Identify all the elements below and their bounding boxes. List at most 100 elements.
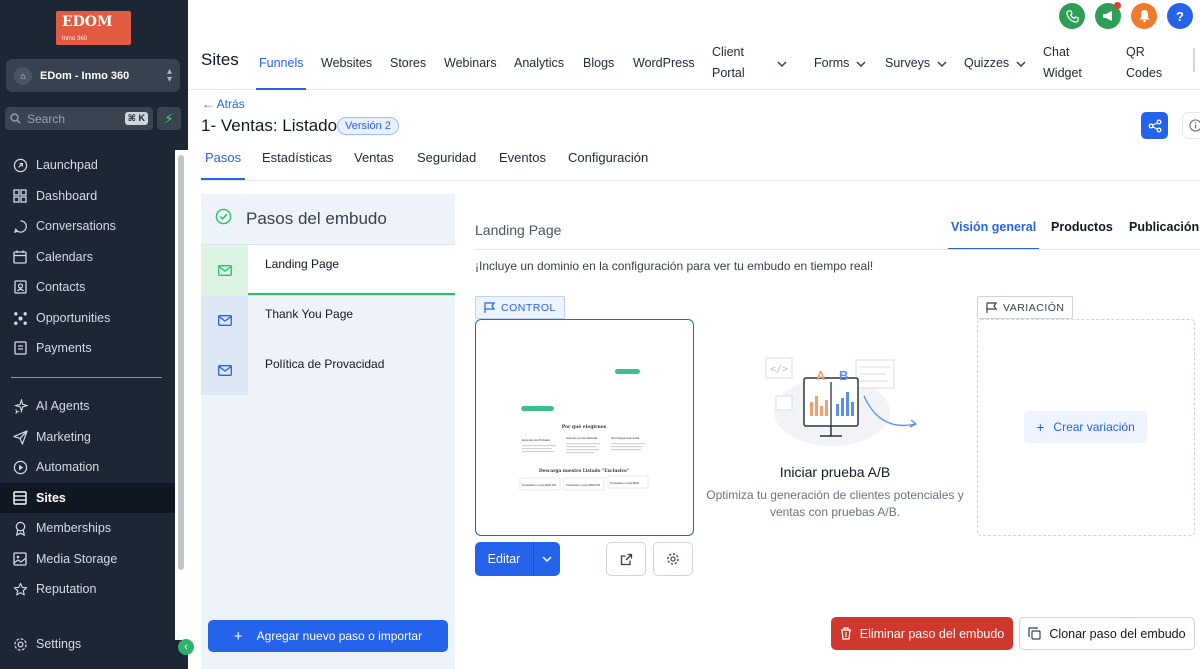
page-preview-thumbnail[interactable]: Por qué elegirnos Experiencia Probada At… bbox=[475, 319, 694, 536]
steps-header: Pasos del embudo bbox=[201, 194, 455, 245]
info-button[interactable] bbox=[1182, 112, 1200, 139]
sidebar-item-opportunities[interactable]: Opportunities bbox=[0, 303, 176, 333]
nav-wordpress[interactable]: WordPress bbox=[633, 41, 695, 85]
sidebar-item-label: Dashboard bbox=[36, 189, 98, 203]
sidebar-item-label: Calendars bbox=[36, 250, 93, 264]
phone-button[interactable] bbox=[1059, 3, 1085, 29]
chat-icon bbox=[11, 219, 29, 234]
nav-analytics[interactable]: Analytics bbox=[514, 41, 564, 85]
funnel-steps-panel: Pasos del embudo Landing Page Thank You … bbox=[201, 194, 455, 669]
sidebar-item-contacts[interactable]: Contacts bbox=[0, 272, 176, 302]
svg-text:</>: </> bbox=[770, 364, 788, 375]
nav-divider bbox=[1193, 48, 1195, 72]
send-icon bbox=[11, 429, 29, 445]
create-variation-button[interactable]: + Crear variación bbox=[1024, 411, 1147, 443]
step-thank-you-page[interactable]: Thank You Page bbox=[201, 295, 455, 345]
variation-tag: VARIACIÓN bbox=[977, 296, 1074, 319]
nav-client-portal[interactable]: Client Portal bbox=[712, 41, 787, 85]
sidebar-item-ai-agents[interactable]: AI Agents bbox=[0, 391, 176, 421]
company-logo[interactable]: EDOM Inmo 360 bbox=[56, 11, 131, 45]
plus-icon: + bbox=[233, 627, 243, 645]
sidebar-item-payments[interactable]: Payments bbox=[0, 333, 176, 363]
nav-blogs[interactable]: Blogs bbox=[583, 41, 614, 85]
preview-col-3: Tecnología avanzada bbox=[611, 436, 640, 440]
sidebar-item-automation[interactable]: Automation bbox=[0, 452, 176, 482]
tab-estadisticas[interactable]: Estadísticas bbox=[262, 150, 332, 180]
open-preview-button[interactable] bbox=[606, 542, 646, 576]
sidebar-item-conversations[interactable]: Conversations bbox=[0, 211, 176, 241]
edit-button[interactable]: Editar bbox=[475, 542, 560, 576]
gear-icon bbox=[667, 553, 679, 565]
nav-qr-codes[interactable]: QR Codes bbox=[1126, 41, 1162, 85]
clone-step-button[interactable]: Clonar paso del embudo bbox=[1019, 617, 1195, 650]
nav-label-line2: Portal bbox=[712, 66, 745, 80]
nav-funnels[interactable]: Funnels bbox=[255, 41, 308, 90]
sidebar-item-launchpad[interactable]: Launchpad bbox=[0, 150, 176, 180]
payments-icon bbox=[11, 341, 29, 355]
announcements-button[interactable] bbox=[1095, 2, 1121, 29]
nav-forms[interactable]: Forms bbox=[814, 41, 866, 85]
tab-publicacion[interactable]: Publicación bbox=[1129, 220, 1199, 234]
nav-stores[interactable]: Stores bbox=[390, 41, 426, 85]
sidebar-item-marketing[interactable]: Marketing bbox=[0, 422, 176, 452]
ab-test-description: Optimiza tu generación de clientes poten… bbox=[706, 488, 964, 519]
preview-col-2: Atención personalizada bbox=[566, 436, 598, 440]
tab-ventas[interactable]: Ventas bbox=[354, 150, 394, 180]
step-icon-cell bbox=[201, 245, 248, 295]
tab-productos[interactable]: Productos bbox=[1051, 220, 1113, 234]
edit-dropdown-toggle[interactable] bbox=[534, 556, 560, 562]
tab-configuracion[interactable]: Configuración bbox=[568, 150, 648, 180]
opportunities-icon bbox=[11, 311, 29, 326]
tab-pasos[interactable]: Pasos bbox=[200, 150, 246, 180]
help-button[interactable]: ? bbox=[1167, 3, 1193, 29]
step-politica[interactable]: Política de Provacidad bbox=[201, 345, 455, 395]
version-badge[interactable]: Versión 2 bbox=[337, 117, 399, 135]
sidebar-item-calendars[interactable]: Calendars bbox=[0, 242, 176, 272]
back-link[interactable]: ← Atrás bbox=[202, 97, 245, 111]
phone-icon bbox=[1065, 9, 1079, 23]
tab-eventos[interactable]: Eventos bbox=[499, 150, 546, 180]
delete-step-button[interactable]: Eliminar paso del embudo bbox=[831, 617, 1013, 650]
sidebar-scrollbar[interactable] bbox=[175, 150, 188, 640]
nav-label-line1: QR bbox=[1126, 45, 1145, 59]
add-step-button[interactable]: + Agregar nuevo paso o importar bbox=[208, 620, 448, 652]
share-button[interactable] bbox=[1141, 112, 1168, 139]
account-switcher[interactable]: ⌂ EDom - Inmo 360 ▴ ▾ bbox=[6, 59, 180, 92]
sidebar-item-label: Conversations bbox=[36, 219, 116, 233]
notifications-button[interactable] bbox=[1131, 3, 1157, 29]
nav-surveys[interactable]: Surveys bbox=[885, 41, 947, 85]
sidebar-item-settings[interactable]: Settings bbox=[0, 629, 176, 659]
nav-label: Funnels bbox=[259, 55, 304, 70]
ab-letter-b: B bbox=[839, 368, 848, 383]
step-settings-button[interactable] bbox=[653, 542, 693, 576]
sidebar-item-memberships[interactable]: Memberships bbox=[0, 513, 176, 543]
tab-vision-general[interactable]: Visión general bbox=[947, 220, 1040, 250]
step-title: Landing Page bbox=[475, 222, 562, 238]
search-shortcut: ⌘ K bbox=[124, 112, 148, 125]
sidebar-item-dashboard[interactable]: Dashboard bbox=[0, 181, 176, 211]
nav-websites[interactable]: Websites bbox=[321, 41, 372, 85]
step-icon-cell bbox=[201, 345, 248, 395]
sidebar-item-media-storage[interactable]: Media Storage bbox=[0, 544, 176, 574]
nav-webinars[interactable]: Webinars bbox=[444, 41, 497, 85]
quick-action-button[interactable]: ⚡ bbox=[157, 107, 181, 130]
nav-quizzes[interactable]: Quizzes bbox=[964, 41, 1026, 85]
star-icon bbox=[11, 582, 29, 597]
steps-heading: Pasos del embudo bbox=[246, 209, 387, 228]
collapse-sidebar-button[interactable]: ‹ bbox=[178, 639, 194, 655]
chevron-down-icon bbox=[856, 53, 866, 74]
calendar-icon bbox=[11, 250, 29, 264]
step-landing-page[interactable]: Landing Page bbox=[201, 245, 455, 295]
search-input[interactable]: Search ⌘ K bbox=[5, 107, 153, 130]
chevron-down-icon bbox=[777, 53, 787, 74]
nav-label-line2: Widget bbox=[1043, 66, 1082, 80]
back-label: Atrás bbox=[216, 97, 245, 111]
sidebar-item-label: Contacts bbox=[36, 280, 86, 294]
sidebar-item-sites[interactable]: Sites bbox=[0, 483, 176, 513]
scrollbar-thumb[interactable] bbox=[178, 155, 184, 570]
nav-chat-widget[interactable]: Chat Widget bbox=[1043, 41, 1082, 85]
sidebar-item-reputation[interactable]: Reputation bbox=[0, 574, 176, 604]
tab-seguridad[interactable]: Seguridad bbox=[417, 150, 476, 180]
mail-icon bbox=[217, 264, 232, 276]
step-icon-cell bbox=[201, 295, 248, 345]
